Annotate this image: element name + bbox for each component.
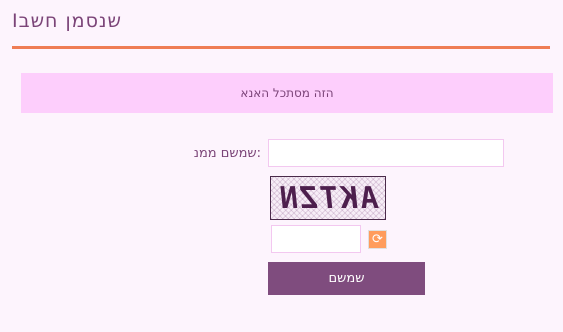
captcha-refresh-button[interactable]: ⟳ — [368, 230, 387, 249]
captcha-image: AKTZN — [270, 176, 386, 220]
name-field[interactable] — [268, 139, 504, 167]
notice-text: הזה מסתכל האנא — [240, 86, 334, 100]
header-divider — [12, 46, 550, 49]
refresh-icon: ⟳ — [369, 231, 386, 248]
submit-button[interactable]: שמשם — [268, 262, 425, 295]
captcha-text: AKTZN — [276, 180, 380, 216]
name-field-label: שמשם ממנ: — [193, 146, 261, 161]
captcha-input[interactable] — [271, 225, 361, 253]
notice-banner: הזה מסתכל האנא — [21, 73, 553, 113]
page-title: Iשנסמן חשב — [12, 10, 122, 32]
